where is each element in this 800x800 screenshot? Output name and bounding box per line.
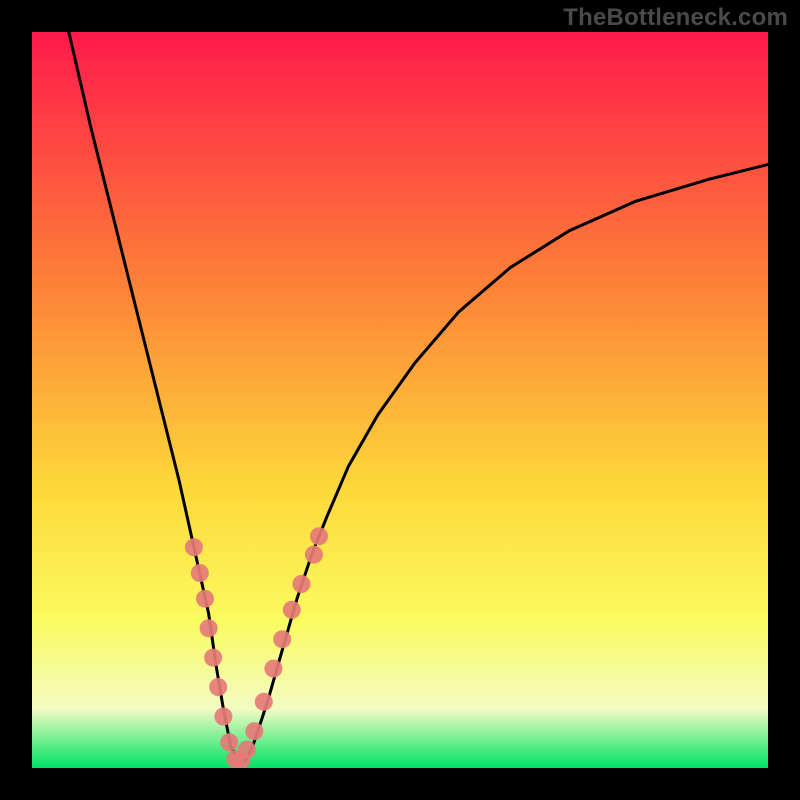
curve-marker: [273, 630, 291, 648]
curve-marker: [310, 527, 328, 545]
curve-marker: [209, 678, 227, 696]
chart-canvas: [32, 32, 768, 768]
curve-marker: [238, 741, 256, 759]
curve-marker: [191, 564, 209, 582]
curve-marker: [200, 619, 218, 637]
curve-marker: [214, 708, 232, 726]
curve-marker: [220, 733, 238, 751]
watermark-text: TheBottleneck.com: [563, 4, 788, 32]
curve-marker: [196, 590, 214, 608]
curve-marker: [283, 601, 301, 619]
curve-marker: [245, 722, 263, 740]
curve-marker: [305, 546, 323, 564]
plot-area: [32, 32, 768, 768]
curve-marker: [264, 660, 282, 678]
gradient-background: [32, 32, 768, 768]
curve-marker: [185, 538, 203, 556]
curve-marker: [255, 693, 273, 711]
chart-frame: TheBottleneck.com: [0, 0, 800, 800]
curve-marker: [292, 575, 310, 593]
curve-marker: [204, 649, 222, 667]
